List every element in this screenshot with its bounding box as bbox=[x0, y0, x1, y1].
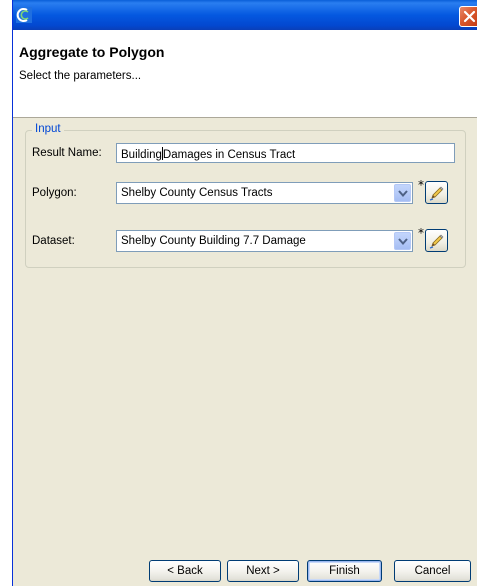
result-name-input[interactable]: BuildingDamages in Census Tract bbox=[116, 143, 455, 163]
polygon-picker-button[interactable] bbox=[425, 181, 448, 204]
app-logo-icon bbox=[16, 7, 32, 23]
wizard-window: Aggregate to Polygon Select the paramete… bbox=[12, 0, 477, 586]
result-name-value-end: Damages in Census Tract bbox=[162, 149, 296, 161]
pencil-icon bbox=[429, 186, 444, 201]
input-group-legend: Input bbox=[32, 123, 64, 135]
result-name-value-start: Building bbox=[121, 149, 162, 161]
wizard-header: Aggregate to Polygon Select the paramete… bbox=[13, 30, 477, 118]
next-button[interactable]: Next > bbox=[227, 560, 299, 582]
dataset-picker-button[interactable] bbox=[425, 229, 448, 252]
back-button[interactable]: < Back bbox=[149, 560, 221, 582]
polygon-selected-value: Shelby County Census Tracts bbox=[121, 187, 273, 199]
result-name-label: Result Name: bbox=[32, 147, 102, 159]
close-button[interactable] bbox=[459, 6, 477, 27]
dataset-select[interactable]: Shelby County Building 7.7 Damage bbox=[116, 230, 413, 252]
cancel-button[interactable]: Cancel bbox=[394, 560, 471, 582]
polygon-dropdown-button[interactable] bbox=[394, 184, 411, 202]
dataset-required-mark: * bbox=[418, 226, 424, 240]
finish-button[interactable]: Finish bbox=[307, 560, 382, 582]
chevron-down-icon bbox=[398, 238, 408, 246]
polygon-select[interactable]: Shelby County Census Tracts bbox=[116, 182, 413, 204]
dataset-selected-value: Shelby County Building 7.7 Damage bbox=[121, 235, 306, 247]
polygon-required-mark: * bbox=[418, 178, 424, 192]
title-bar[interactable] bbox=[13, 0, 477, 30]
dataset-dropdown-button[interactable] bbox=[394, 232, 411, 250]
pencil-icon bbox=[429, 234, 444, 249]
chevron-down-icon bbox=[398, 190, 408, 198]
close-icon bbox=[463, 10, 476, 23]
page-title: Aggregate to Polygon bbox=[19, 44, 165, 60]
polygon-label: Polygon: bbox=[32, 187, 77, 199]
page-subtitle: Select the parameters... bbox=[19, 70, 142, 82]
dataset-label: Dataset: bbox=[32, 235, 75, 247]
